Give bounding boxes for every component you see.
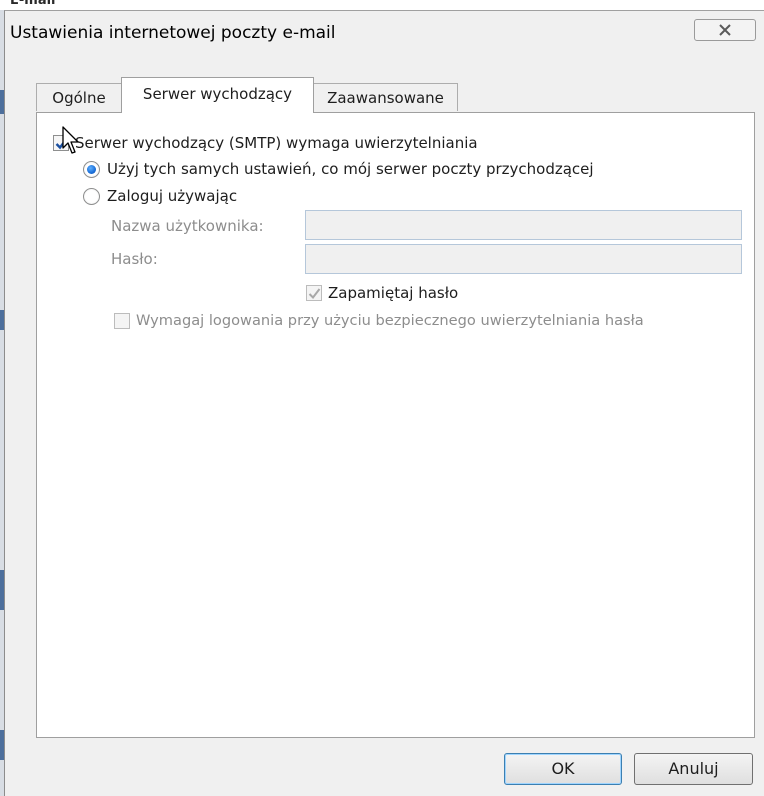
username-input[interactable] — [305, 210, 742, 240]
dialog-title: Ustawienia internetowej poczty e-mail — [10, 23, 336, 43]
tab-general[interactable]: Ogólne — [36, 83, 122, 111]
tab-outgoing-server[interactable]: Serwer wychodzący — [121, 77, 314, 113]
use-same-settings-radio[interactable] — [83, 161, 100, 178]
log-on-using-radio[interactable] — [83, 188, 100, 205]
password-label: Hasło: — [111, 250, 158, 268]
close-icon — [719, 24, 731, 36]
log-on-using-label: Zaloguj używając — [107, 187, 238, 205]
use-same-settings-label: Użyj tych samych ustawień, co mój serwer… — [107, 160, 594, 178]
close-button[interactable] — [694, 19, 756, 41]
password-input[interactable] — [305, 244, 742, 274]
mouse-cursor-icon — [62, 126, 79, 154]
spa-checkbox[interactable] — [114, 313, 130, 329]
remember-password-label: Zapamiętaj hasło — [328, 284, 459, 302]
remember-password-checkbox[interactable] — [306, 285, 322, 301]
username-label: Nazwa użytkownika: — [111, 217, 264, 235]
cancel-button[interactable]: Anuluj — [634, 753, 753, 785]
email-settings-dialog: Ustawienia internetowej poczty e-mail Og… — [4, 10, 764, 796]
outgoing-server-panel: Serwer wychodzący (SMTP) wymaga uwierzyt… — [36, 112, 755, 738]
ok-button[interactable]: OK — [504, 753, 622, 785]
check-icon — [308, 288, 321, 300]
smtp-auth-label: Serwer wychodzący (SMTP) wymaga uwierzyt… — [75, 134, 478, 152]
background-window-title-fragment: E-mail — [10, 0, 56, 8]
spa-label: Wymagaj logowania przy użyciu bezpieczne… — [136, 312, 644, 329]
tab-advanced[interactable]: Zaawansowane — [313, 83, 458, 111]
